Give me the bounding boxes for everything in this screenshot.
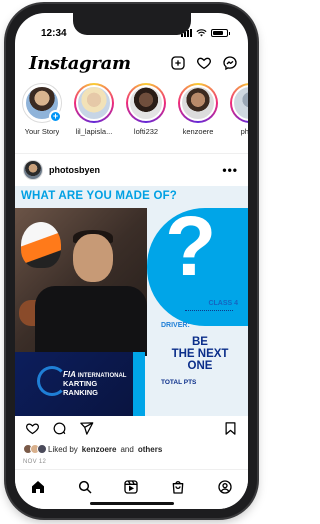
driver-label: DRIVER: (161, 322, 190, 329)
stories-tray: + Your Story lil_lapisla... lofti232 ken… (19, 83, 248, 153)
post-user[interactable]: photosbyen (23, 160, 100, 180)
battery-icon (211, 29, 230, 37)
share-icon[interactable] (79, 421, 94, 436)
story-your-story[interactable]: + Your Story (19, 83, 65, 153)
post-avatar[interactable] (23, 160, 43, 180)
face-shape (73, 234, 113, 282)
fia-mark: FIA (63, 370, 76, 379)
story-name: lil_lapisla... (75, 127, 113, 136)
instagram-logo[interactable]: Instagram (29, 53, 131, 74)
post-date: NOV 12 (23, 459, 47, 465)
more-options-icon[interactable]: ••• (222, 163, 238, 177)
likes-and: and (120, 444, 134, 454)
story-item[interactable]: kenzoere (175, 83, 221, 153)
story-item[interactable]: lofti232 (123, 83, 169, 153)
avatar (37, 444, 47, 454)
class-label: CLASS 4 (208, 300, 238, 307)
heart-icon[interactable] (196, 55, 212, 71)
story-ring (230, 83, 248, 123)
post-header: photosbyen ••• (15, 156, 248, 184)
story-ring: + (22, 83, 62, 123)
notch (72, 13, 191, 35)
story-item[interactable]: photo (227, 83, 248, 153)
shop-icon[interactable] (170, 479, 186, 495)
jacket-shape (35, 286, 147, 356)
add-story-icon[interactable]: + (49, 110, 62, 123)
likes-others[interactable]: others (138, 445, 162, 454)
phone-frame: 12:34 Instagram + Your Story lil_lapisla… (6, 4, 257, 518)
header-actions (170, 55, 238, 71)
story-ring (126, 83, 166, 123)
story-name: photo (240, 127, 248, 136)
profile-icon[interactable] (217, 479, 233, 495)
stories-divider (15, 153, 248, 154)
home-icon[interactable] (30, 479, 46, 495)
bottom-nav (15, 469, 248, 509)
avatar (180, 85, 216, 121)
post-actions-left (25, 421, 94, 439)
fia-line3: RANKING (63, 387, 98, 397)
story-ring (74, 83, 114, 123)
total-pts-label: TOTAL PTS (161, 379, 197, 386)
post-headline: WHAT ARE YOU MADE OF? (21, 190, 178, 202)
screen: 12:34 Instagram + Your Story lil_lapisla… (15, 13, 248, 509)
next-one-line: ONE (187, 360, 213, 373)
bookmark-icon[interactable] (223, 421, 238, 436)
story-name: Your Story (24, 127, 60, 136)
status-time: 12:34 (41, 27, 67, 39)
post-username[interactable]: photosbyen (49, 165, 100, 175)
like-heart-icon[interactable] (25, 421, 40, 436)
liker-avatars (23, 444, 47, 454)
story-name: kenzoere (182, 127, 214, 136)
likes-row: Liked by kenzoere and others (23, 444, 162, 454)
search-icon[interactable] (77, 479, 93, 495)
post-actions (15, 421, 248, 439)
be-the-next-one: BE THE NEXT ONE (161, 336, 239, 372)
story-name: lofti232 (133, 127, 159, 136)
reels-icon[interactable] (123, 479, 139, 495)
fia-text: FIA INTERNATIONAL KARTING RANKING (63, 370, 126, 397)
avatar (76, 85, 112, 121)
comment-icon[interactable] (52, 421, 67, 436)
likes-prefix: Liked by (48, 444, 78, 454)
likes-user[interactable]: kenzoere (82, 445, 117, 454)
story-item[interactable]: lil_lapisla... (71, 83, 117, 153)
messenger-icon[interactable] (222, 55, 238, 71)
dotted-line (185, 310, 233, 311)
new-post-icon[interactable] (170, 55, 186, 71)
home-indicator (89, 502, 174, 505)
blue-stripe (133, 352, 145, 416)
story-ring (178, 83, 218, 123)
next-one-line: THE NEXT (171, 348, 229, 361)
wifi-icon (196, 29, 207, 37)
driver-photo (15, 208, 147, 356)
avatar (232, 85, 248, 121)
fia-karting-logo: FIA INTERNATIONAL KARTING RANKING (15, 352, 133, 416)
question-mark: ? (165, 199, 217, 293)
status-icons (181, 29, 230, 37)
app-header: Instagram (15, 49, 248, 77)
helmet-shape (21, 222, 61, 268)
avatar (128, 85, 164, 121)
next-one-line: BE (192, 336, 208, 348)
post-image[interactable]: WHAT ARE YOU MADE OF? ? CLASS 4 DRIVER: … (15, 186, 248, 416)
